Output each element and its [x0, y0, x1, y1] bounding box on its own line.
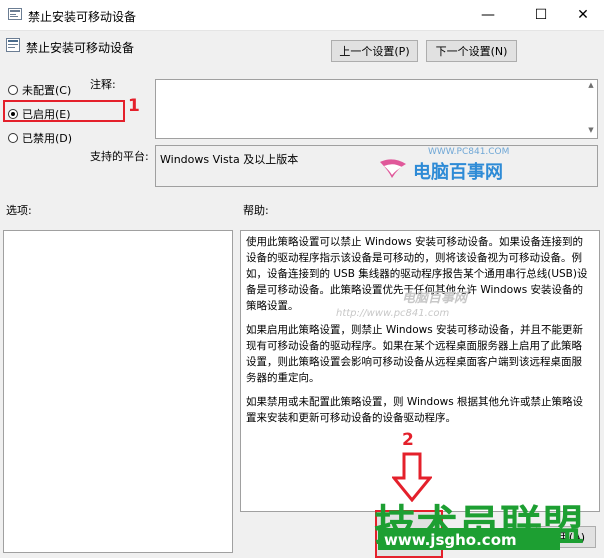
comment-label: 注释: [90, 78, 116, 91]
next-setting-button[interactable]: 下一个设置(N) [426, 40, 517, 62]
scroll-down-icon[interactable]: ▼ [586, 126, 596, 136]
radio-not-configured[interactable]: 未配置(C) [8, 82, 71, 98]
close-button[interactable]: ✕ [560, 0, 604, 30]
options-panel [3, 230, 233, 553]
radio-disabled[interactable]: 已禁用(D) [8, 130, 72, 146]
annotation-highlight-box [3, 100, 125, 122]
previous-setting-button[interactable]: 上一个设置(P) [331, 40, 418, 62]
help-paragraph: 如果启用此策略设置，则禁止 Windows 安装可移动设备，并且不能更新现有可移… [246, 324, 584, 384]
watermark-mid-url: http://www.pc841.com [336, 308, 450, 319]
comment-textarea[interactable] [155, 79, 598, 139]
scroll-up-icon[interactable]: ▲ [586, 81, 596, 91]
annotation-step-1: 1 [128, 96, 140, 116]
supported-platform-value: Windows Vista 及以上版本 [160, 153, 299, 166]
radio-button-icon [8, 85, 18, 95]
radio-button-icon [8, 133, 18, 143]
help-label: 帮助: [243, 204, 269, 217]
watermark-name: 电脑百事网 [413, 162, 503, 183]
setting-title: 禁止安装可移动设备 [26, 41, 135, 55]
radio-label: 未配置(C) [22, 84, 72, 97]
minimize-button[interactable]: — [465, 0, 511, 30]
options-label: 选项: [6, 204, 32, 217]
policy-icon [8, 8, 22, 20]
radio-label: 已禁用(D) [22, 132, 73, 145]
watermark-logo-icon [380, 159, 406, 178]
policy-setting-icon [6, 38, 20, 52]
watermark-bottom-url: www.jsgho.com [384, 531, 517, 549]
annotation-step-2: 2 [402, 430, 414, 450]
maximize-button[interactable]: ☐ [518, 0, 564, 30]
window-title: 禁止安装可移动设备 [28, 10, 137, 24]
help-paragraph: 如果禁用或未配置此策略设置，则 Windows 根据其他允许或禁止策略设置来安装… [246, 396, 584, 424]
watermark-mid-name: 电脑百事网 [402, 291, 468, 306]
supported-platform-label: 支持的平台: [90, 150, 149, 163]
watermark-url: WWW.PC841.COM [428, 147, 510, 157]
